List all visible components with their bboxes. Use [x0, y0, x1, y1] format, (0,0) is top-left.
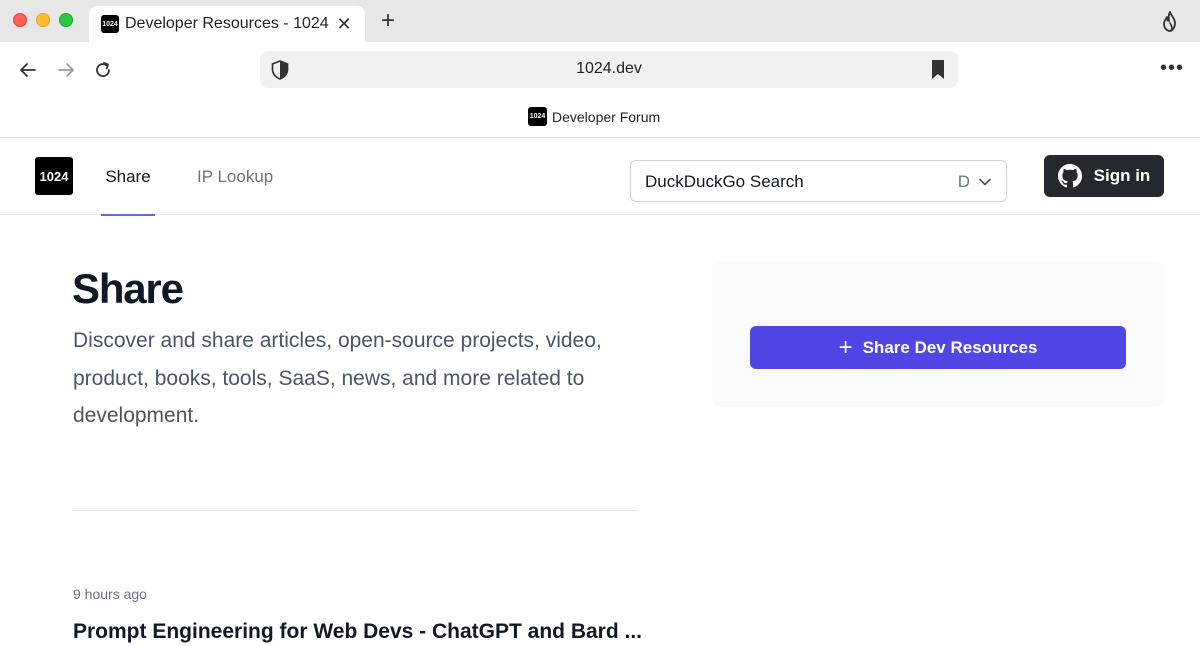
share-button-label: Share Dev Resources — [862, 337, 1038, 357]
bookmark-favicon: 1024 — [528, 107, 547, 126]
page-description: Discover and share articles, open-source… — [73, 329, 602, 427]
sign-in-button[interactable]: Sign in — [1044, 155, 1164, 197]
arrow-left-icon — [20, 63, 36, 77]
window-zoom-button[interactable] — [59, 13, 73, 27]
url-text[interactable]: 1024.dev — [260, 60, 958, 78]
new-tab-button[interactable]: + — [376, 9, 400, 33]
bookmark-icon[interactable] — [930, 59, 946, 81]
nav-item-ip-lookup[interactable]: IP Lookup — [197, 139, 273, 215]
site-header: 1024 Share IP Lookup DuckDuckGo Search D… — [0, 139, 1200, 216]
chevron-down-icon — [979, 178, 991, 186]
plus-icon: + — [838, 333, 853, 361]
browser-tab-active[interactable]: 1024 Developer Resources - 1024 ✕ — [89, 6, 365, 42]
site-logo[interactable]: 1024 — [35, 157, 73, 195]
back-button[interactable] — [15, 57, 41, 83]
tab-close-icon[interactable]: ✕ — [335, 15, 353, 33]
bookmark-label: Developer Forum — [552, 108, 661, 125]
more-menu-icon[interactable]: ••• — [1160, 58, 1184, 78]
search-engine-select[interactable]: DuckDuckGo Search D — [630, 160, 1007, 202]
share-dev-resources-button[interactable]: + Share Dev Resources — [750, 326, 1126, 369]
window-minimize-button[interactable] — [36, 13, 50, 27]
browser-tab-bar: 1024 Developer Resources - 1024 ✕ + — [0, 0, 1200, 42]
github-icon — [1057, 164, 1082, 188]
sign-in-label: Sign in — [1093, 166, 1151, 185]
page-title: Share — [72, 265, 184, 312]
post-title-link[interactable]: Prompt Engineering for Web Devs - ChatGP… — [73, 620, 643, 644]
bookmark-developer-forum[interactable]: 1024 Developer Forum — [528, 107, 660, 126]
arrow-right-icon — [58, 63, 74, 77]
bookmarks-bar: 1024 Developer Forum — [0, 96, 1200, 138]
share-panel: + Share Dev Resources — [712, 261, 1164, 407]
tab-title: Developer Resources - 1024 — [125, 15, 329, 32]
search-engine-label: DuckDuckGo Search — [645, 172, 804, 191]
reload-button[interactable] — [90, 57, 116, 83]
tab-favicon: 1024 — [101, 15, 119, 33]
window-close-button[interactable] — [13, 13, 27, 27]
site-nav: Share IP Lookup — [100, 139, 273, 216]
section-divider — [72, 510, 638, 511]
forward-button[interactable] — [53, 57, 79, 83]
nav-item-share[interactable]: Share — [100, 139, 156, 216]
browser-nav-bar: 1024.dev ••• — [0, 42, 1200, 96]
address-bar[interactable]: 1024.dev — [260, 51, 958, 88]
reload-icon — [96, 62, 110, 77]
flame-icon[interactable] — [1160, 11, 1180, 33]
post-timestamp: 9 hours ago — [73, 586, 147, 602]
search-shortcut-key: D — [957, 172, 970, 191]
